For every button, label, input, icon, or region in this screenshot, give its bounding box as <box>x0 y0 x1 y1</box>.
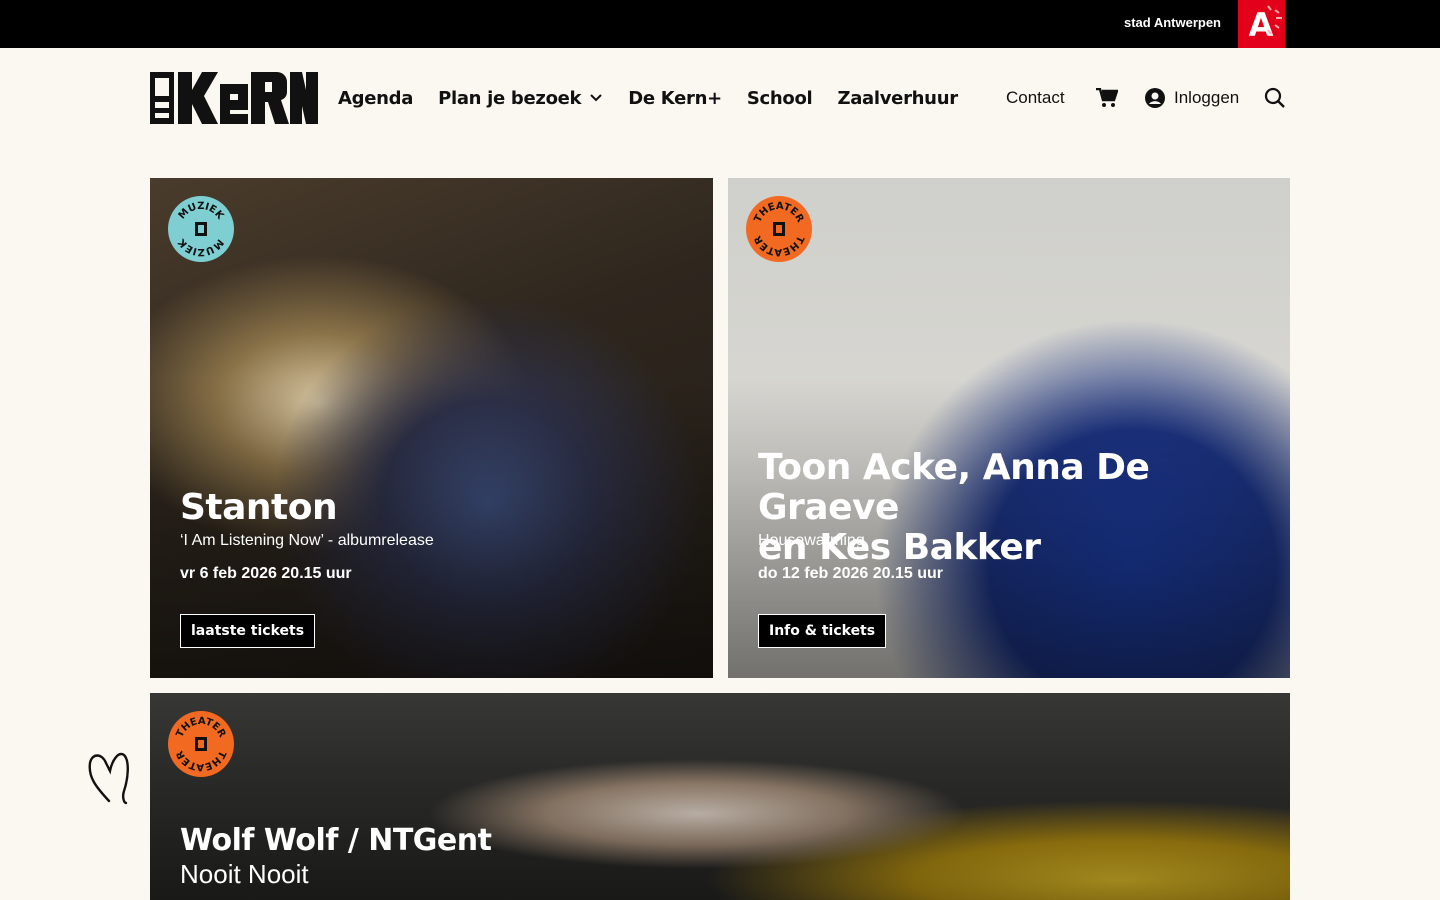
event-subtitle: Nooit Nooit <box>180 859 309 889</box>
main-nav: Agenda Plan je bezoek De Kern+ School Za… <box>338 84 983 112</box>
nav-de-kern-plus[interactable]: De Kern+ <box>628 88 722 109</box>
event-card-stanton[interactable]: MUZIEK MUZIEK Stanton ‘I Am Listening No… <box>150 178 713 678</box>
event-title[interactable]: Wolf Wolf / NTGent <box>180 821 492 861</box>
event-card-housewarming[interactable]: THEATER THEATER Toon Acke, Anna De Graev… <box>728 178 1290 678</box>
city-label[interactable]: stad Antwerpen <box>1124 0 1221 48</box>
event-title-line-1: Toon Acke, Anna De Graeve <box>758 447 1150 528</box>
antwerpen-logo-icon[interactable]: A <box>1238 0 1285 48</box>
nav-school[interactable]: School <box>747 88 813 109</box>
nav-zaalverhuur[interactable]: Zaalverhuur <box>837 88 958 109</box>
event-title[interactable]: Toon Acke, Anna De Graeve en Kes Bakker <box>758 448 1290 568</box>
city-topbar: stad Antwerpen A <box>0 0 1440 48</box>
nav-agenda[interactable]: Agenda <box>338 88 413 109</box>
tickets-button[interactable]: laatste tickets <box>180 614 316 648</box>
event-subtitle: Housewarming <box>758 532 865 549</box>
nav-plan-je-bezoek[interactable]: Plan je bezoek <box>438 88 603 109</box>
cart-icon <box>1096 88 1118 107</box>
event-card-nooit-nooit[interactable]: THEATER THEATER Wolf Wolf / NTGent Nooit… <box>150 693 1290 900</box>
chevron-down-icon <box>590 94 602 102</box>
search-button[interactable] <box>1264 84 1286 112</box>
user-icon <box>1145 88 1165 108</box>
nav-plan-je-bezoek-label: Plan je bezoek <box>438 87 582 109</box>
card-image <box>150 693 1290 900</box>
search-icon <box>1264 87 1285 108</box>
de-kern-logo-icon <box>150 72 318 124</box>
contact-link[interactable]: Contact <box>1006 84 1065 112</box>
event-date: do 12 feb 2026 20.15 uur <box>758 565 943 582</box>
login-button[interactable]: Inloggen <box>1145 84 1239 112</box>
event-subtitle: ‘I Am Listening Now’ - albumrelease <box>180 532 434 549</box>
theater-badge-icon: THEATER THEATER <box>168 711 234 777</box>
de-kern-logo[interactable] <box>150 72 318 124</box>
login-label: Inloggen <box>1174 88 1240 107</box>
heart-icon[interactable] <box>86 749 132 807</box>
muziek-badge-icon: MUZIEK MUZIEK <box>168 196 234 262</box>
svg-text:A: A <box>1249 6 1274 44</box>
event-date: vr 6 feb 2026 20.15 uur <box>180 565 352 582</box>
event-title[interactable]: Stanton <box>180 488 338 528</box>
cart-button[interactable] <box>1096 84 1118 112</box>
theater-badge-icon: THEATER THEATER <box>746 196 812 262</box>
tickets-button[interactable]: Info & tickets <box>758 614 887 648</box>
